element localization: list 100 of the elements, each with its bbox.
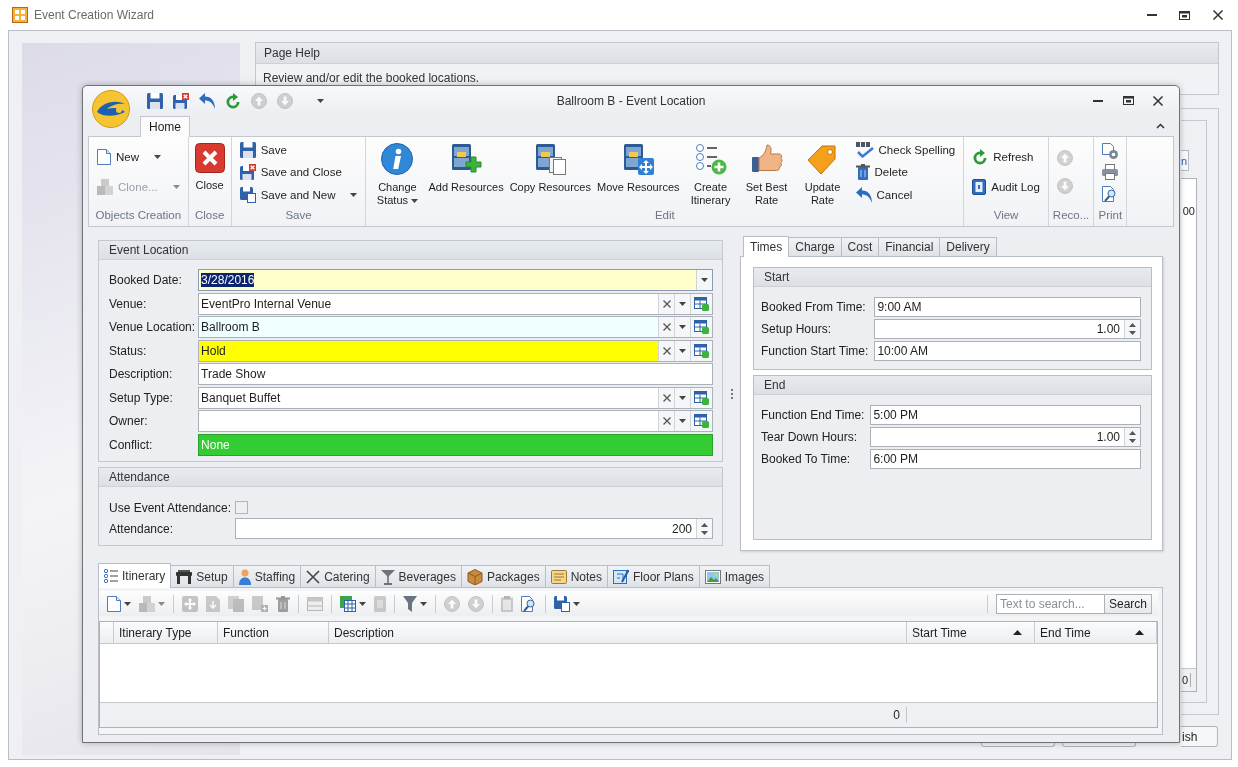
dropdown-button[interactable] bbox=[674, 317, 690, 337]
dropdown-field[interactable]: Hold bbox=[198, 339, 713, 362]
undo-arrow-icon[interactable] bbox=[199, 92, 215, 109]
spell-check-icon bbox=[855, 141, 874, 158]
ribbon-button[interactable]: Close bbox=[191, 137, 228, 207]
caret-down-icon bbox=[172, 185, 180, 189]
ribbon-button[interactable]: New bbox=[94, 147, 164, 167]
spin-buttons[interactable] bbox=[1124, 320, 1140, 338]
tab[interactable]: Times bbox=[743, 236, 790, 257]
panel-header: Start bbox=[754, 268, 1151, 287]
document-arrow-icon bbox=[206, 595, 220, 612]
dropdown-button[interactable] bbox=[674, 411, 690, 431]
dropdown-button[interactable] bbox=[696, 270, 712, 290]
tab[interactable]: Floor Plans bbox=[607, 565, 700, 587]
number-field[interactable]: 1.00 bbox=[874, 319, 1141, 339]
dropdown-field[interactable]: Banquet Buffet bbox=[198, 386, 713, 409]
field-label: Owner: bbox=[109, 413, 149, 430]
clear-button[interactable] bbox=[658, 317, 674, 337]
lookup-button[interactable] bbox=[690, 293, 712, 314]
grip-dots-icon[interactable] bbox=[730, 389, 733, 399]
time-field[interactable]: 6:00 PM bbox=[870, 449, 1141, 469]
time-field[interactable]: 5:00 PM bbox=[870, 405, 1141, 425]
lookup-button[interactable] bbox=[690, 317, 712, 337]
field-label: Venue Location: bbox=[109, 319, 196, 336]
ribbon-button[interactable]: Check Spelling bbox=[852, 139, 959, 160]
ribbon-tab[interactable]: Home bbox=[140, 116, 190, 137]
dropdown-field[interactable]: Ballroom B bbox=[198, 316, 713, 338]
chevron-up-icon[interactable] bbox=[1156, 122, 1165, 129]
box-icon bbox=[466, 568, 483, 585]
ribbon-button[interactable]: Save and Close bbox=[236, 162, 345, 182]
ribbon-button[interactable]: Set Best Rate bbox=[738, 137, 795, 207]
cabinet-plus-icon bbox=[450, 143, 483, 175]
spreadsheet-icon bbox=[340, 595, 356, 612]
tab[interactable]: Itinerary bbox=[98, 563, 172, 588]
ribbon-button[interactable]: Change Status bbox=[369, 137, 426, 207]
ribbon-button[interactable]: Save bbox=[236, 139, 290, 160]
time-field[interactable]: 9:00 AM bbox=[874, 297, 1141, 317]
field-label: Booked Date: bbox=[109, 272, 183, 289]
lookup-button[interactable] bbox=[690, 387, 712, 408]
spin-buttons[interactable] bbox=[1124, 428, 1140, 446]
wizard-button[interactable]: ish bbox=[1181, 726, 1218, 747]
floppy-disk-x-icon[interactable] bbox=[173, 92, 189, 109]
lookup-button[interactable] bbox=[690, 411, 712, 431]
tab[interactable]: Charge bbox=[788, 237, 842, 256]
printer-icon[interactable] bbox=[1102, 164, 1119, 180]
table-picker-icon bbox=[694, 296, 709, 311]
tab[interactable]: Images bbox=[698, 565, 771, 587]
tab[interactable]: Beverages bbox=[374, 565, 462, 587]
ribbon-button[interactable]: Delete bbox=[852, 162, 911, 182]
ribbon-button[interactable]: Create Itinerary bbox=[682, 137, 739, 207]
caret-down-icon[interactable] bbox=[317, 98, 324, 103]
ribbon-button[interactable]: Copy Resources bbox=[506, 137, 594, 207]
caret-down-icon bbox=[679, 419, 686, 423]
field-label: Venue: bbox=[109, 295, 148, 313]
column-header[interactable]: Start Time bbox=[907, 622, 1035, 643]
dropdown-button[interactable] bbox=[674, 340, 690, 361]
clear-button[interactable] bbox=[658, 340, 674, 361]
ribbon-button[interactable]: Add Resources bbox=[425, 137, 507, 207]
number-field[interactable]: 200 bbox=[235, 518, 713, 539]
tab[interactable]: Notes bbox=[544, 565, 608, 587]
search-button[interactable]: Search bbox=[1104, 593, 1152, 614]
clear-button[interactable] bbox=[658, 293, 674, 314]
tab[interactable]: Financial bbox=[878, 237, 941, 256]
ribbon-button[interactable]: Update Rate bbox=[794, 137, 851, 207]
column-header[interactable]: Itinerary Type bbox=[114, 622, 218, 643]
column-header[interactable]: End Time bbox=[1035, 622, 1157, 643]
page-gear-icon[interactable] bbox=[1102, 142, 1119, 159]
spin-buttons[interactable] bbox=[696, 519, 712, 538]
ribbon-button[interactable]: Save and New bbox=[236, 184, 361, 205]
dropdown-button[interactable] bbox=[674, 293, 690, 314]
column-header[interactable]: Function bbox=[218, 622, 329, 643]
partial-button[interactable]: n bbox=[1181, 150, 1189, 171]
lookup-button[interactable] bbox=[690, 340, 712, 361]
tab[interactable]: Staffing bbox=[232, 565, 302, 587]
group-label: Print bbox=[1097, 208, 1124, 223]
floppy-disk-page-icon bbox=[239, 186, 256, 203]
undo-arrow-icon bbox=[855, 186, 872, 203]
column-header[interactable]: Description bbox=[329, 622, 907, 643]
clear-button[interactable] bbox=[658, 387, 674, 408]
tab[interactable]: Packages bbox=[460, 565, 546, 587]
tab[interactable]: Catering bbox=[300, 565, 376, 587]
ribbon-button[interactable]: Move Resources bbox=[594, 137, 683, 207]
date-field[interactable]: 3/28/2016 bbox=[198, 269, 713, 291]
tab[interactable]: Delivery bbox=[939, 237, 997, 256]
ribbon-button[interactable]: Cancel bbox=[852, 184, 916, 205]
refresh-icon[interactable] bbox=[225, 92, 241, 109]
dropdown-field[interactable]: EventPro Internal Venue bbox=[198, 292, 713, 315]
clear-button[interactable] bbox=[658, 411, 674, 431]
tab[interactable]: Setup bbox=[170, 565, 234, 587]
dropdown-button[interactable] bbox=[674, 387, 690, 408]
time-field[interactable]: 10:00 AM bbox=[874, 341, 1141, 361]
dropdown-field[interactable] bbox=[198, 410, 713, 432]
text-field[interactable]: Trade Show bbox=[198, 363, 713, 385]
group-label: Save bbox=[284, 208, 313, 223]
ribbon-button[interactable]: Refresh bbox=[969, 147, 1037, 167]
page-magnifier-icon[interactable] bbox=[1102, 185, 1119, 202]
ribbon-button[interactable]: Audit Log bbox=[969, 177, 1043, 197]
number-field[interactable]: 1.00 bbox=[870, 427, 1141, 447]
field-label: Setup Hours: bbox=[761, 321, 833, 338]
search-field[interactable]: Text to search... bbox=[995, 593, 1105, 614]
